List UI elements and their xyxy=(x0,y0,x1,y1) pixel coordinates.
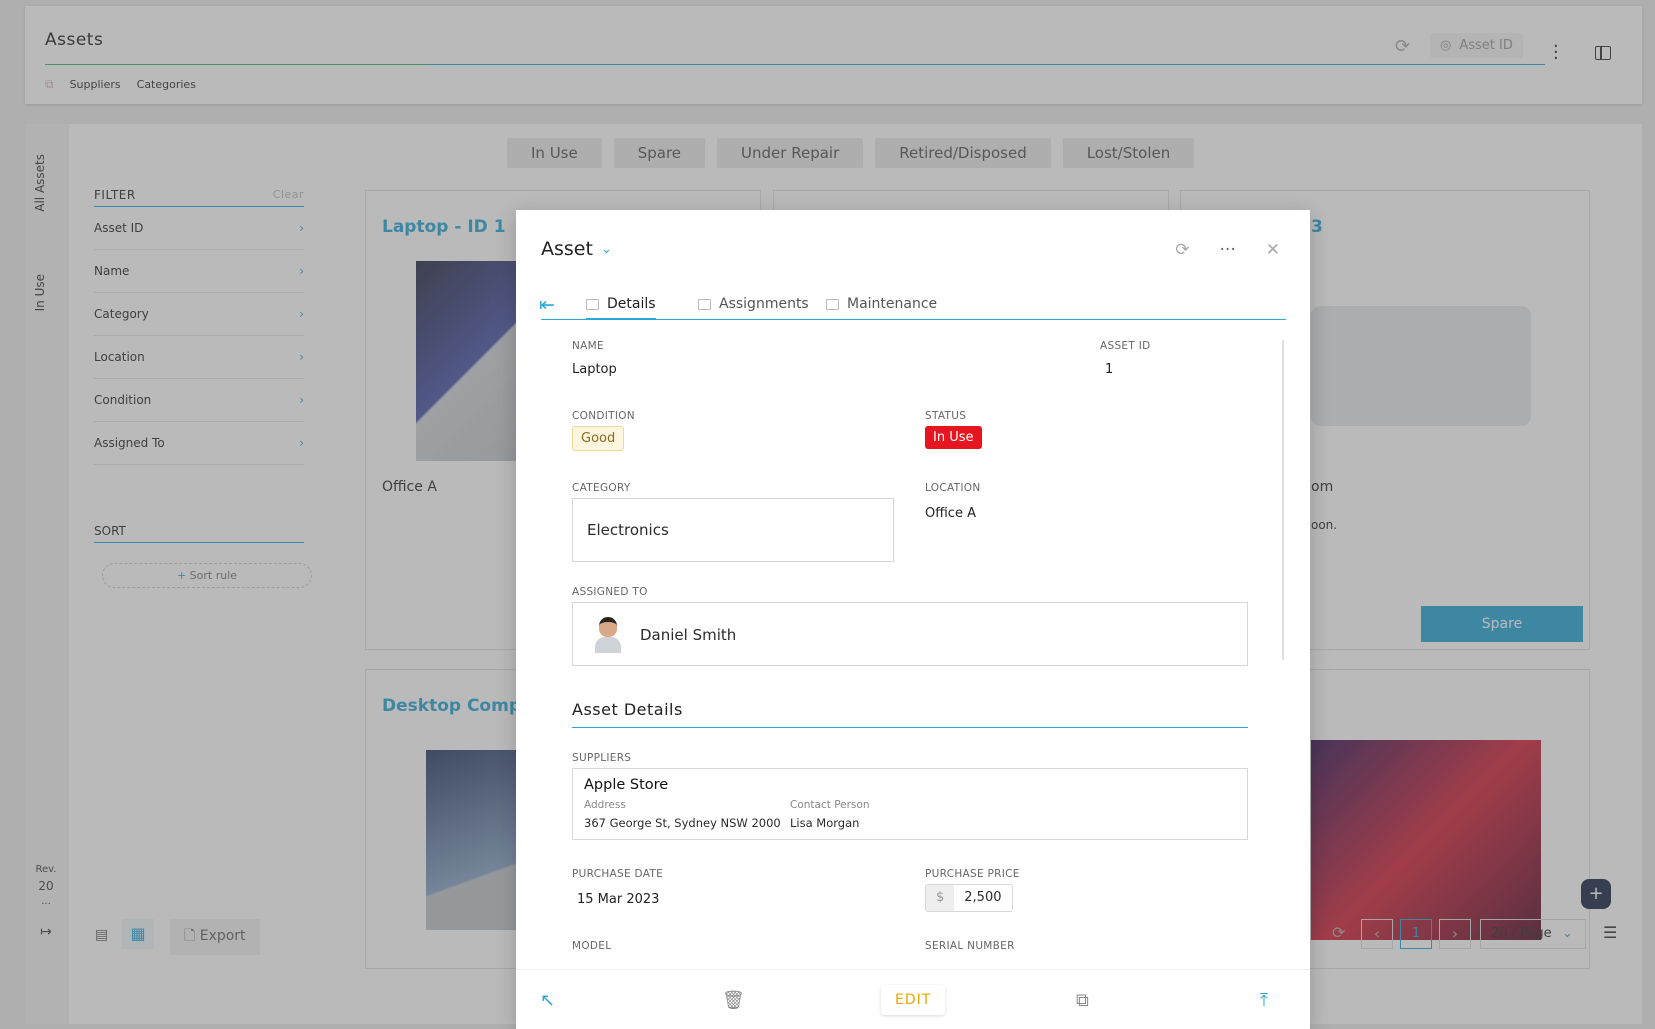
tab-assignments[interactable]: Assignments xyxy=(698,296,809,312)
assigned-to-label: ASSIGNED TO xyxy=(572,586,648,598)
status-badge: In Use xyxy=(925,426,982,449)
assigned-to-field[interactable]: Daniel Smith xyxy=(572,602,1248,666)
supplier-card[interactable]: Apple Store Address 367 George St, Sydne… xyxy=(572,768,1248,840)
tab-label: Maintenance xyxy=(847,296,938,312)
condition-label: CONDITION xyxy=(572,410,635,422)
arrow-up-left-icon[interactable]: ↖ xyxy=(540,990,555,1011)
purchase-price-value: 2,500 xyxy=(964,890,1002,905)
asset-modal: Asset ⌄ ⟳ ··· ✕ ⇤ Details Assignments Ma… xyxy=(516,210,1310,1029)
supplier-address: 367 George St, Sydney NSW 2000 xyxy=(584,816,781,830)
refresh-icon[interactable]: ⟳ xyxy=(1175,240,1189,260)
avatar xyxy=(593,615,623,653)
supplier-contact: Lisa Morgan xyxy=(790,816,860,830)
model-label: MODEL xyxy=(572,940,612,952)
asset-details-heading: Asset Details xyxy=(572,700,1248,728)
scroll-top-icon[interactable]: ⤒ xyxy=(1260,990,1268,1011)
category-value: Electronics xyxy=(587,521,669,539)
category-field[interactable]: Electronics xyxy=(572,498,894,562)
more-horizontal-icon[interactable]: ··· xyxy=(1220,240,1236,260)
tab-label: Details xyxy=(607,296,656,312)
delete-icon[interactable]: 🗑 xyxy=(722,990,745,1011)
status-label: STATUS xyxy=(925,410,967,422)
collapse-left-icon[interactable]: ⇤ xyxy=(539,294,555,316)
modal-body: NAME Laptop ASSET ID 1 CONDITION Good ST… xyxy=(516,330,1310,970)
tab-label: Assignments xyxy=(719,296,809,312)
modal-title-text: Asset xyxy=(541,238,593,260)
purchase-date-label: PURCHASE DATE xyxy=(572,868,664,880)
edit-button[interactable]: EDIT xyxy=(881,985,946,1015)
modal-actions: ⟳ ··· ✕ xyxy=(1175,240,1280,260)
close-icon[interactable]: ✕ xyxy=(1266,240,1280,260)
suppliers-label: SUPPLIERS xyxy=(572,752,632,764)
purchase-date-value: 15 Mar 2023 xyxy=(577,892,660,907)
name-value: Laptop xyxy=(572,362,617,377)
assigned-to-value: Daniel Smith xyxy=(640,626,737,644)
table-icon xyxy=(826,298,839,310)
location-label: LOCATION xyxy=(925,482,981,494)
modal-tabs: ⇤ Details Assignments Maintenance xyxy=(539,288,1286,320)
supplier-address-label: Address xyxy=(584,799,626,811)
currency-symbol: $ xyxy=(926,885,955,911)
purchase-price-label: PURCHASE PRICE xyxy=(925,868,1020,880)
name-label: NAME xyxy=(572,340,604,352)
document-icon xyxy=(586,298,599,310)
table-icon xyxy=(698,298,711,310)
condition-badge: Good xyxy=(572,426,625,451)
asset-id-label: ASSET ID xyxy=(1100,340,1151,352)
chevron-down-icon: ⌄ xyxy=(600,241,612,257)
copy-icon[interactable]: ⧉ xyxy=(1076,990,1089,1011)
asset-id-value: 1 xyxy=(1105,362,1114,377)
location-value: Office A xyxy=(925,506,976,521)
tab-maintenance[interactable]: Maintenance xyxy=(826,296,937,312)
modal-footer: ↖ 🗑 EDIT ⧉ ⤒ xyxy=(516,969,1310,1029)
supplier-name: Apple Store xyxy=(584,777,669,793)
category-label: CATEGORY xyxy=(572,482,631,494)
serial-number-label: SERIAL NUMBER xyxy=(925,940,1015,952)
modal-title[interactable]: Asset ⌄ xyxy=(541,238,612,260)
supplier-contact-label: Contact Person xyxy=(790,799,870,811)
scrollbar[interactable] xyxy=(1282,340,1284,660)
purchase-price-field[interactable]: $ 2,500 xyxy=(925,884,1013,912)
tab-details[interactable]: Details xyxy=(586,296,656,320)
